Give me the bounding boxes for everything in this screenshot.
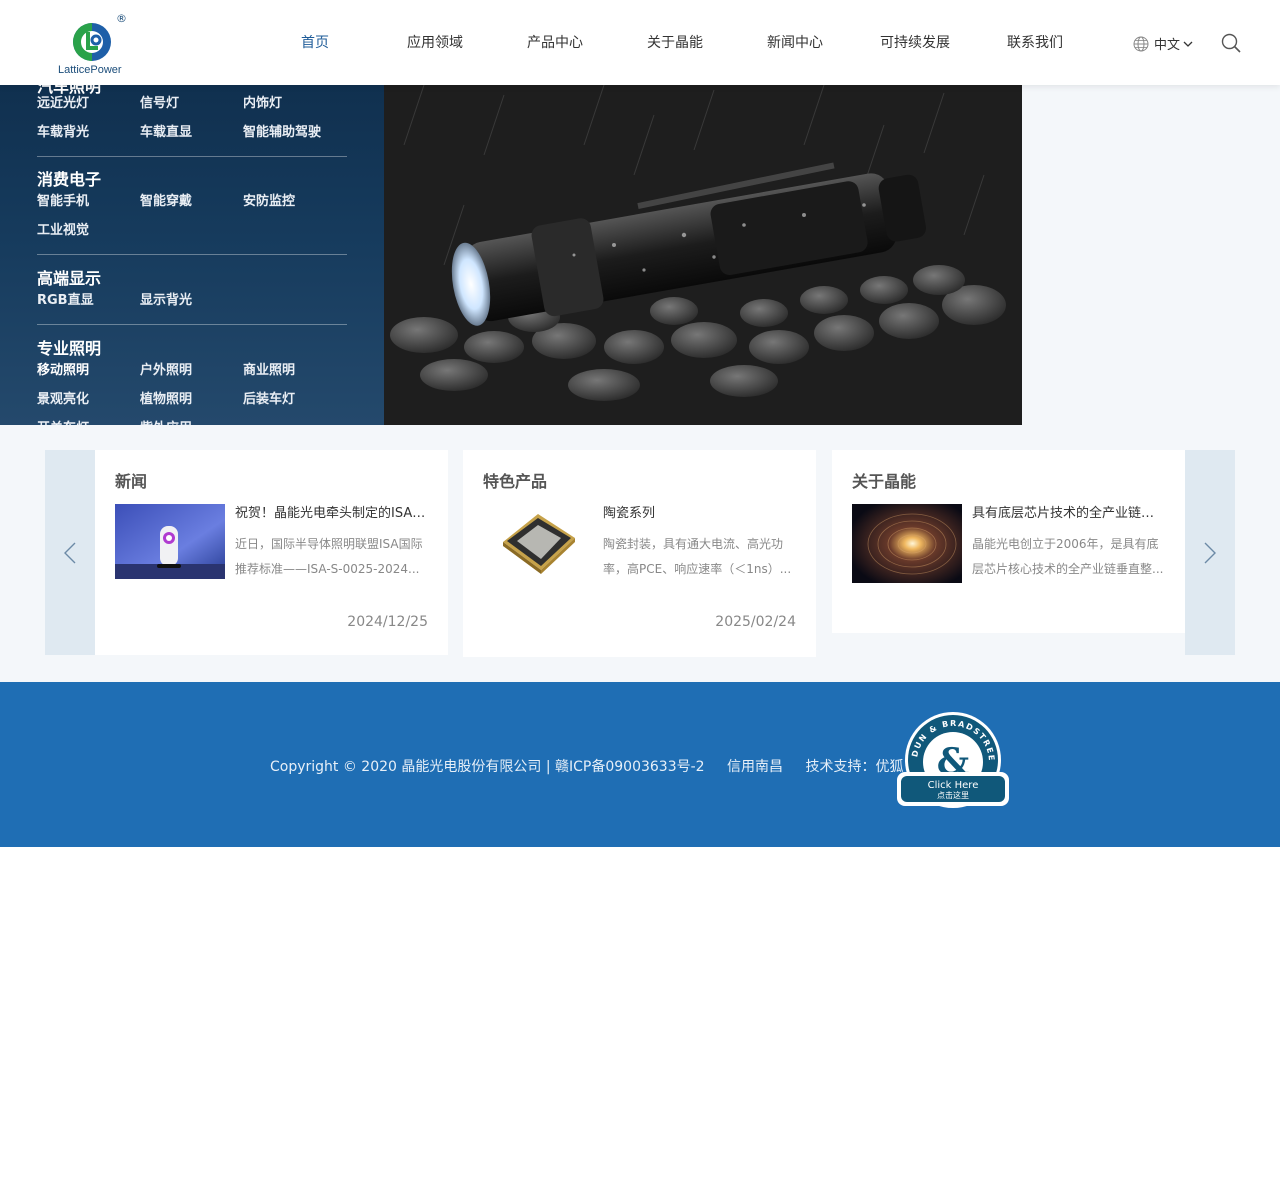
menu-item[interactable]: 植物照明 [140,385,243,414]
flashlight-image [384,85,1022,425]
nav-applications[interactable]: 应用领域 [375,0,495,85]
main-nav: 首页 应用领域 产品中心 关于晶能 新闻中心 可持续发展 联系我们 [255,0,1095,85]
menu-item[interactable]: RGB直显 [37,286,140,315]
chevron-right-icon [1204,542,1216,563]
info-carousel: 新闻 祝贺！晶能光电牵头制定的ISA国际推荐标准正式发布 近日，国际半导体照明联… [0,425,1280,682]
galaxy-image [852,504,962,583]
card-headline[interactable]: 具有底层芯片技术的全产业链垂直整合的LED企业 [972,502,1167,521]
nav-about[interactable]: 关于晶能 [615,0,735,85]
menu-divider [37,254,347,255]
menu-items-lighting: 移动照明 户外照明 商业照明 景观亮化 植物照明 后装车灯 开关车灯 紫外应用 [37,356,357,425]
carousel-next-button[interactable] [1185,450,1235,655]
logo-text: LatticePower [58,64,122,76]
menu-item[interactable]: 开关车灯 [37,414,140,425]
dnb-badge-graphic: DUN & BRADSTREET & Click Here 点击这里 [892,703,1009,808]
menu-item[interactable]: 商业照明 [243,356,346,385]
badge-click-here-cn: 点击这里 [937,790,969,800]
search-icon[interactable] [1221,33,1241,53]
hero-banner-image[interactable] [384,85,1022,425]
featured-product-card[interactable]: 特色产品 陶瓷系列 陶瓷封装，具有通大电流、高光功率，高PCE、响应速率（＜1n… [463,450,816,657]
card-summary: 晶能光电创立于2006年，是具有底层芯片核心技术的全产业链垂直整... [972,537,1164,576]
news-card[interactable]: 新闻 祝贺！晶能光电牵头制定的ISA国际推荐标准正式发布 近日，国际半导体照明联… [95,450,448,655]
card-summary: 陶瓷封装，具有通大电流、高光功率，高PCE、响应速率（＜1ns）... [603,537,792,576]
about-card[interactable]: 关于晶能 具有底层芯片技术的全产业链垂直整合的LED企业 晶能光电创立于2006… [832,450,1185,633]
menu-divider [37,324,347,325]
menu-item[interactable]: 车载直显 [140,118,243,147]
card-summary: 近日，国际半导体照明联盟ISA国际推荐标准——ISA-S-0025-2024..… [235,537,423,576]
menu-item[interactable]: 景观亮化 [37,385,140,414]
menu-item[interactable]: 紫外应用 [140,414,243,425]
menu-items-display: RGB直显 显示背光 [37,286,357,315]
nav-sustainability[interactable]: 可持续发展 [855,0,975,85]
card-headline[interactable]: 陶瓷系列 [603,502,798,521]
card-title: 关于晶能 [852,472,917,491]
tech-support-link[interactable]: 技术支持：优狐 [805,759,903,775]
chevron-left-icon [64,542,76,563]
card-title: 新闻 [115,472,148,491]
hero-section: 汽车照明 远近光灯 信号灯 内饰灯 车载背光 车载直显 智能辅助驾驶 消费电子 … [0,85,1280,425]
nav-news[interactable]: 新闻中心 [735,0,855,85]
product-thumbnail[interactable] [483,504,593,579]
nav-home[interactable]: 首页 [255,0,375,85]
menu-item[interactable]: 智能辅助驾驶 [243,118,346,147]
logo-mark-icon [73,23,111,61]
menu-item[interactable]: 车载背光 [37,118,140,147]
site-footer: Copyright © 2020 晶能光电股份有限公司 | 赣ICP备09003… [0,682,1280,847]
application-menu: 汽车照明 远近光灯 信号灯 内饰灯 车载背光 车载直显 智能辅助驾驶 消费电子 … [0,85,384,425]
menu-items-automotive: 远近光灯 信号灯 内饰灯 车载背光 车载直显 智能辅助驾驶 [37,89,357,147]
nav-contact[interactable]: 联系我们 [975,0,1095,85]
menu-item[interactable]: 远近光灯 [37,89,140,118]
site-header: ® LatticePower 首页 应用领域 产品中心 关于晶能 新闻中心 可持… [0,0,1280,85]
language-label: 中文 [1154,38,1181,53]
menu-item[interactable]: 户外照明 [140,356,243,385]
company-logo[interactable]: ® LatticePower [58,12,132,78]
menu-item[interactable]: 工业视觉 [37,216,140,245]
menu-item[interactable]: 智能穿戴 [140,187,243,216]
menu-item[interactable]: 内饰灯 [243,89,346,118]
copyright-text[interactable]: Copyright © 2020 晶能光电股份有限公司 | 赣ICP备09003… [270,759,705,775]
credit-link[interactable]: 信用南昌 [727,759,783,775]
menu-item[interactable]: 安防监控 [243,187,346,216]
carousel-prev-button[interactable] [45,450,95,655]
globe-icon [1133,36,1149,51]
menu-items-consumer: 智能手机 智能穿戴 安防监控 工业视觉 [37,187,357,245]
nav-products[interactable]: 产品中心 [495,0,615,85]
menu-divider [37,156,347,157]
card-title: 特色产品 [483,472,548,491]
card-headline[interactable]: 祝贺！晶能光电牵头制定的ISA国际推荐标准正式发布 [235,502,430,521]
ceramic-led-image [483,504,593,579]
card-date: 2024/12/25 [347,614,428,630]
menu-item[interactable]: 智能手机 [37,187,140,216]
news-image [115,504,225,579]
about-thumbnail[interactable] [852,504,962,583]
menu-item[interactable]: 移动照明 [37,356,140,385]
card-date: 2025/02/24 [715,614,796,630]
dnb-badge[interactable]: DUN & BRADSTREET & Click Here 点击这里 [892,703,1011,810]
menu-item[interactable]: 信号灯 [140,89,243,118]
menu-item[interactable]: 后装车灯 [243,385,346,414]
chevron-down-icon [1183,41,1193,47]
menu-item[interactable]: 显示背光 [140,286,243,315]
language-switcher[interactable]: 中文 [1133,34,1198,53]
badge-click-here: Click Here [928,780,979,791]
footer-copyright-line: Copyright © 2020 晶能光电股份有限公司 | 赣ICP备09003… [270,756,903,776]
news-thumbnail[interactable] [115,504,225,579]
registered-mark: ® [116,12,127,25]
